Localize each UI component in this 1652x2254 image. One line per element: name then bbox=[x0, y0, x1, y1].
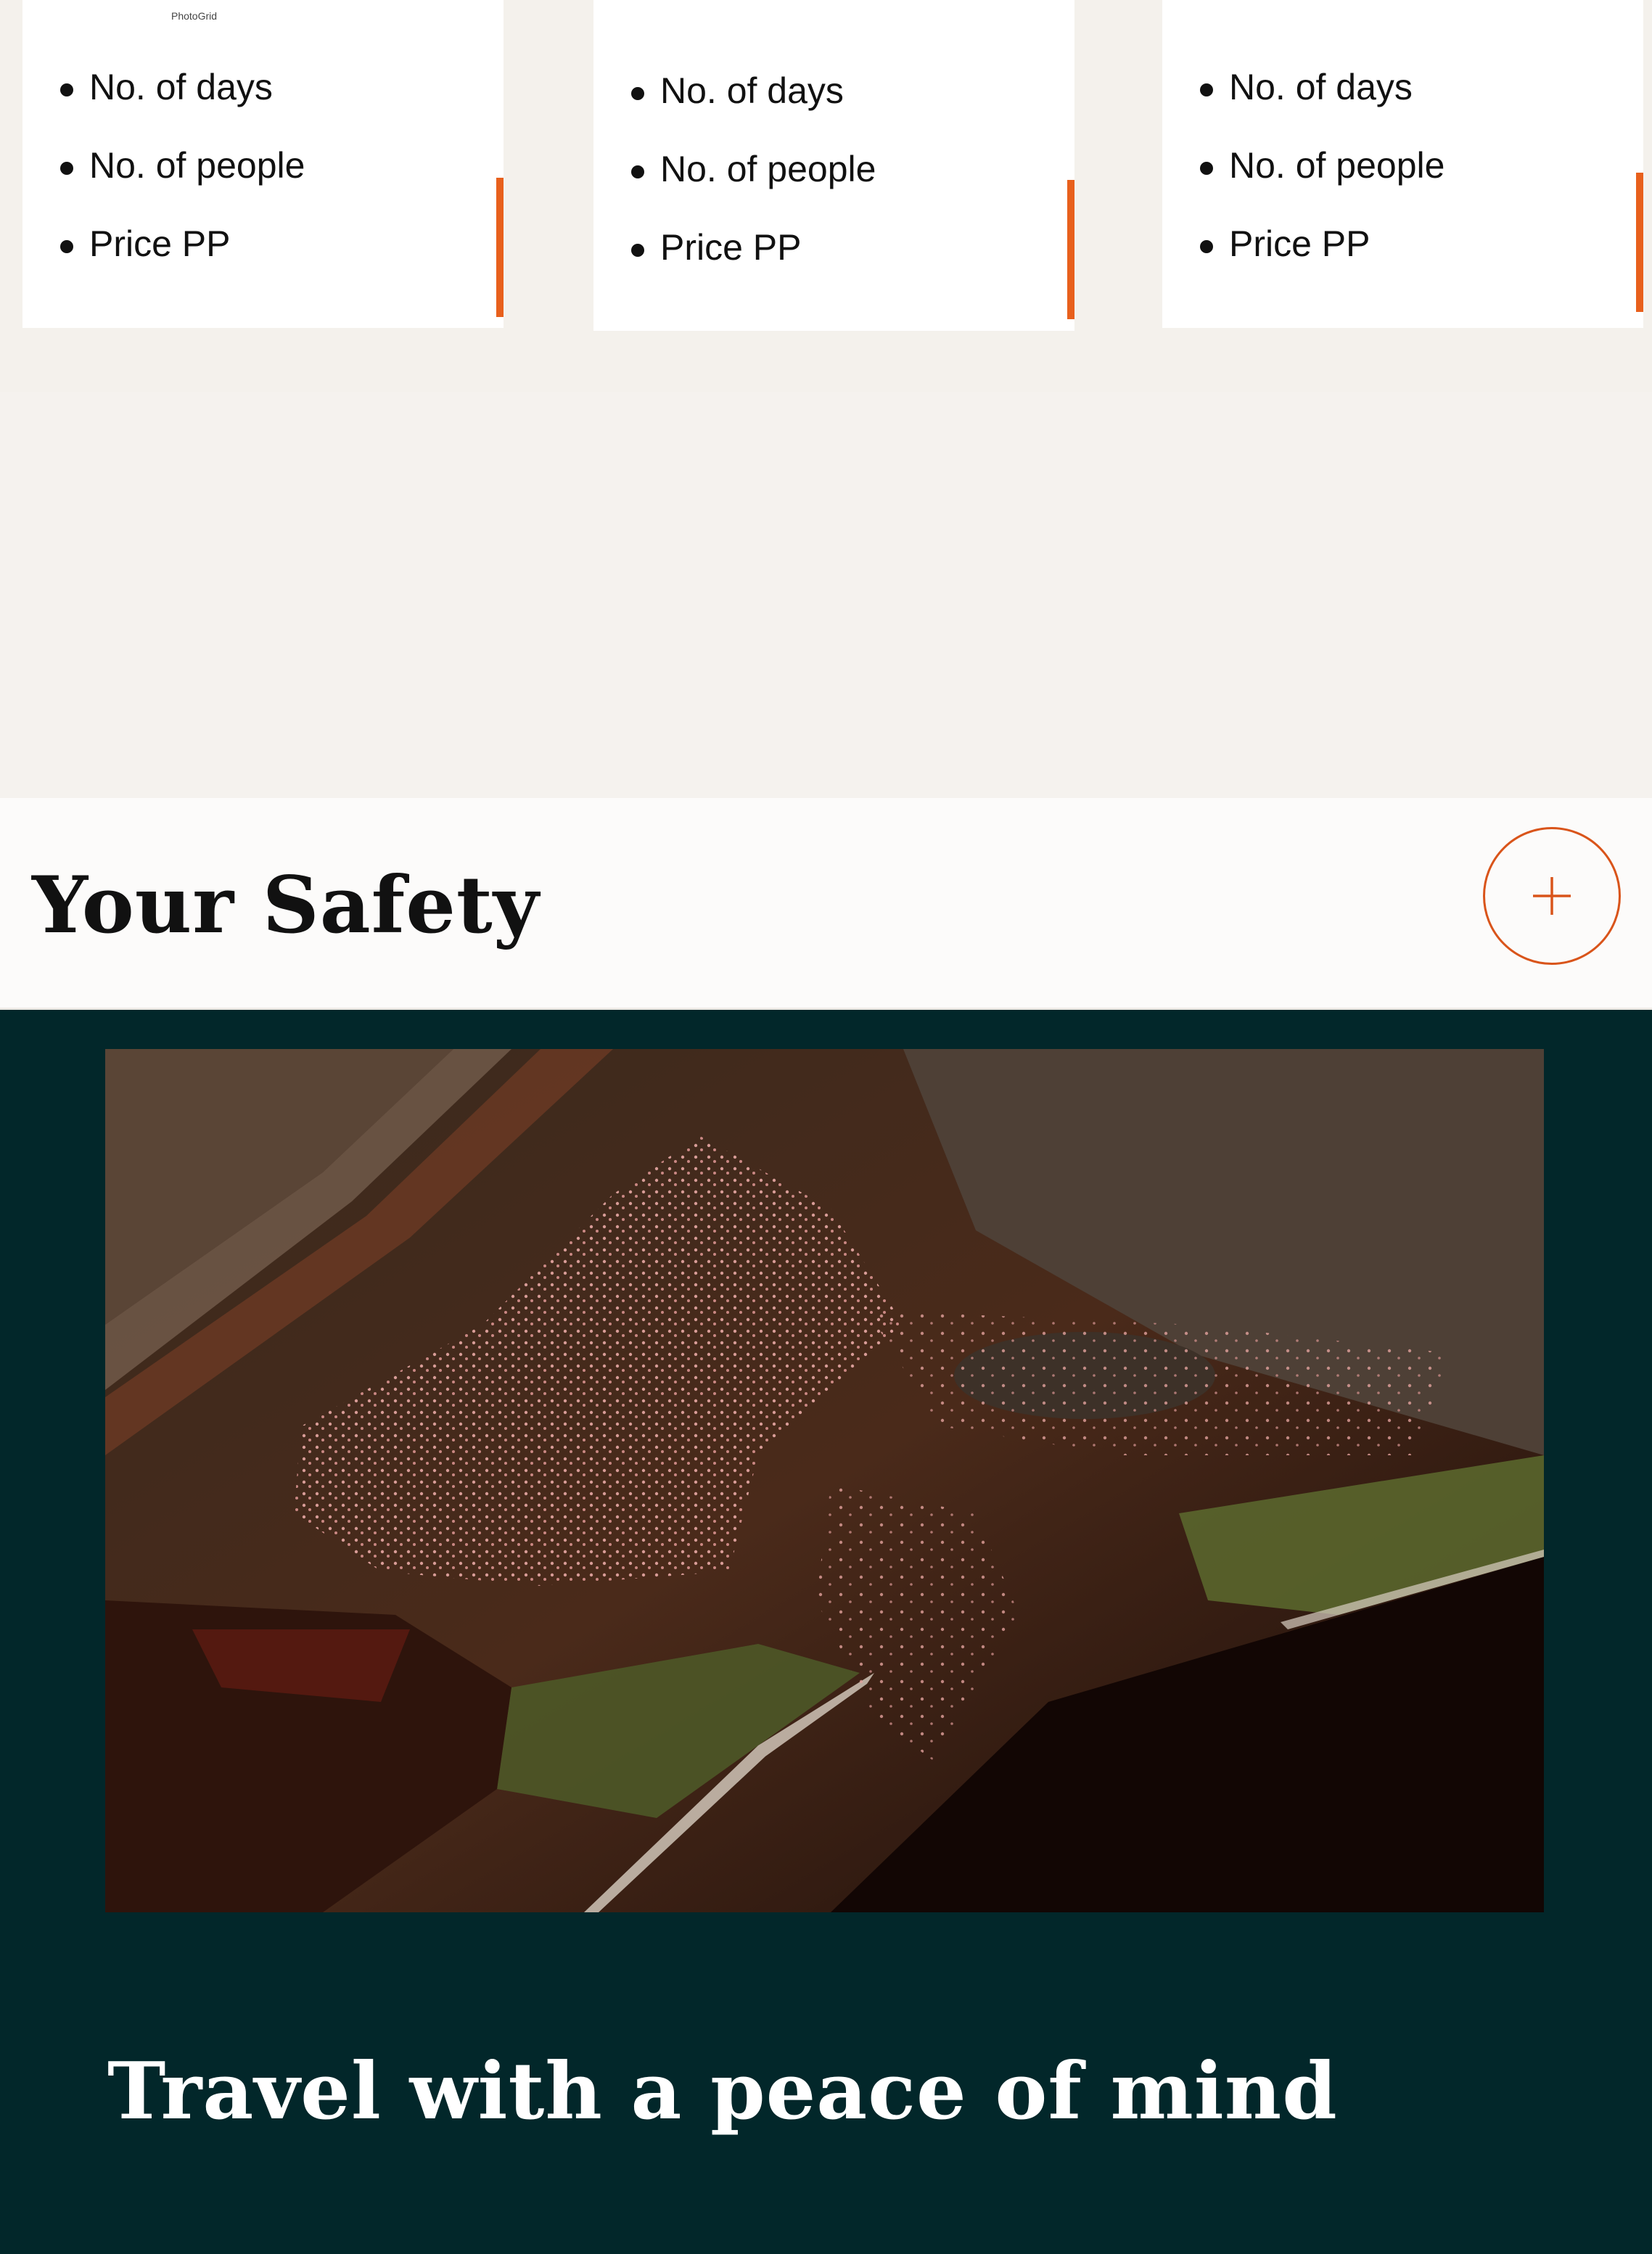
safety-accordion[interactable]: Your Safety bbox=[0, 798, 1652, 1010]
package-card: PhotoGrid No. of days No. of people Pric… bbox=[22, 0, 504, 328]
spacer-area bbox=[0, 392, 1652, 798]
list-item-label: No. of days bbox=[660, 70, 844, 111]
list-item: Price PP bbox=[631, 229, 876, 308]
list-item-label: Price PP bbox=[660, 227, 802, 268]
bullet-icon bbox=[631, 244, 644, 257]
accordion-title: Your Safety bbox=[32, 860, 540, 951]
bullet-icon bbox=[631, 87, 644, 100]
list-item-label: No. of people bbox=[660, 149, 876, 189]
list-item: No. of people bbox=[60, 147, 305, 226]
list-item: No. of days bbox=[631, 73, 876, 151]
list-item: No. of days bbox=[60, 69, 305, 147]
feature-tagline: Travel with a peace of mind bbox=[107, 2046, 1338, 2137]
bullet-icon bbox=[60, 162, 73, 175]
list-item-label: Price PP bbox=[89, 223, 231, 264]
accent-bar bbox=[1067, 180, 1074, 319]
list-item: No. of days bbox=[1200, 69, 1445, 147]
aerial-landscape-image bbox=[105, 1049, 1544, 1912]
feature-section: Travel with a peace of mind bbox=[0, 1010, 1652, 2254]
flamingo-aerial-photo bbox=[105, 1049, 1544, 1912]
package-card: No. of days No. of people Price PP bbox=[593, 0, 1074, 331]
bullet-icon bbox=[1200, 83, 1213, 96]
list-item-label: No. of days bbox=[1229, 67, 1413, 107]
list-item: Price PP bbox=[60, 226, 305, 304]
package-details-list: No. of days No. of people Price PP bbox=[1200, 69, 1445, 304]
expand-toggle-button[interactable] bbox=[1483, 827, 1621, 965]
bullet-icon bbox=[60, 83, 73, 96]
accent-bar bbox=[1636, 173, 1643, 312]
bullet-icon bbox=[1200, 240, 1213, 253]
plus-icon bbox=[1533, 877, 1571, 915]
list-item-label: No. of people bbox=[1229, 145, 1445, 186]
list-item-label: No. of days bbox=[89, 67, 273, 107]
pricing-cards-section: PhotoGrid No. of days No. of people Pric… bbox=[0, 0, 1652, 392]
list-item: Price PP bbox=[1200, 226, 1445, 304]
list-item-label: No. of people bbox=[89, 145, 305, 186]
list-item-label: Price PP bbox=[1229, 223, 1370, 264]
package-card: No. of days No. of people Price PP bbox=[1162, 0, 1643, 328]
list-item: No. of people bbox=[1200, 147, 1445, 226]
list-item: No. of people bbox=[631, 151, 876, 229]
bullet-icon bbox=[631, 165, 644, 178]
bullet-icon bbox=[60, 240, 73, 253]
photogrid-watermark: PhotoGrid bbox=[171, 10, 218, 22]
package-details-list: No. of days No. of people Price PP bbox=[631, 73, 876, 308]
accent-bar bbox=[496, 178, 504, 317]
package-details-list: No. of days No. of people Price PP bbox=[60, 69, 305, 304]
bullet-icon bbox=[1200, 162, 1213, 175]
